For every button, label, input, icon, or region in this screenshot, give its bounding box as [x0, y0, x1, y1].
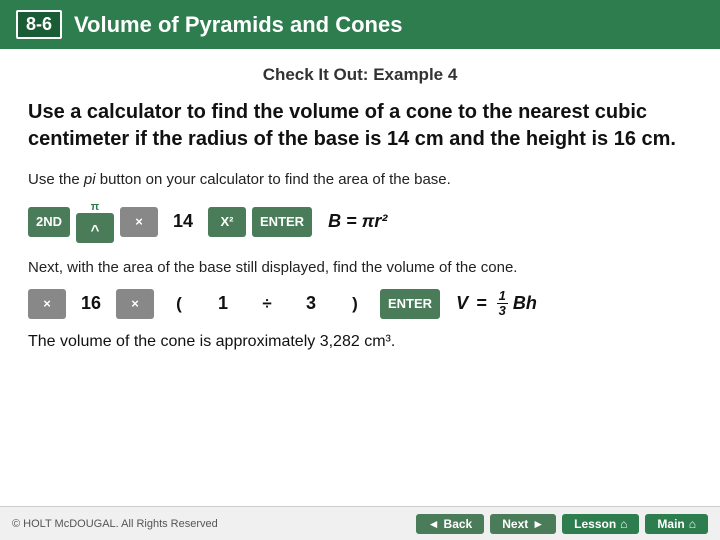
key-multiply1: × — [120, 207, 158, 237]
key-caret: ^ — [76, 213, 114, 243]
key-3: 3 — [292, 289, 330, 319]
lesson-button[interactable]: Lesson ⌂ — [562, 514, 639, 534]
fraction-display: 1 3 — [497, 289, 508, 319]
next-label: Next — [502, 517, 528, 531]
step2-instruction: Next, with the area of the base still di… — [28, 257, 692, 279]
lesson-badge: 8-6 — [16, 10, 62, 39]
step1-instruction: Use the pi button on your calculator to … — [28, 169, 692, 191]
fraction-denominator: 3 — [497, 304, 508, 318]
key-close-paren: ) — [336, 289, 374, 319]
step1-calc-row: 2ND π ^ × 14 X² ENTER B = πr² — [28, 201, 692, 243]
check-it-out-label: Check It Out: Example 4 — [28, 65, 692, 85]
page-title: Volume of Pyramids and Cones — [74, 12, 402, 38]
key-multiply3: × — [116, 289, 154, 319]
nav-buttons-group: ◄ Back Next ► Lesson ⌂ Main ⌂ — [416, 514, 708, 534]
key-enter2: ENTER — [380, 289, 440, 319]
next-arrow-icon: ► — [532, 517, 544, 531]
key-enter1: ENTER — [252, 207, 312, 237]
key-x2: X² — [208, 207, 246, 237]
main-content: Check It Out: Example 4 Use a calculator… — [0, 49, 720, 371]
main-question-text: Use a calculator to find the volume of a… — [28, 99, 692, 153]
main-label: Main — [657, 517, 684, 531]
lesson-home-icon: ⌂ — [620, 517, 627, 531]
copyright-text: © HOLT McDOUGAL. All Rights Reserved — [12, 518, 218, 530]
key-14: 14 — [164, 207, 202, 237]
key-divide: ÷ — [248, 289, 286, 319]
step2-calc-row: × 16 × ( 1 ÷ 3 ) ENTER V = 1 3 Bh — [28, 289, 692, 319]
key-2nd: 2ND — [28, 207, 70, 237]
next-button[interactable]: Next ► — [490, 514, 556, 534]
key-1: 1 — [204, 289, 242, 319]
key-multiply2: × — [28, 289, 66, 319]
pi-italic: pi — [84, 171, 96, 188]
key-16: 16 — [72, 289, 110, 319]
conclusion-text: The volume of the cone is approximately … — [28, 333, 692, 351]
fraction-numerator: 1 — [497, 289, 508, 304]
back-button[interactable]: ◄ Back — [416, 514, 485, 534]
page-header: 8-6 Volume of Pyramids and Cones — [0, 0, 720, 49]
step2-formula: V = 1 3 Bh — [456, 289, 537, 319]
lesson-label: Lesson — [574, 517, 616, 531]
main-home-icon: ⌂ — [689, 517, 696, 531]
bottom-nav-bar: © HOLT McDOUGAL. All Rights Reserved ◄ B… — [0, 506, 720, 540]
key-caret-symbol: ^ — [91, 222, 100, 239]
key-open-paren: ( — [160, 289, 198, 319]
main-button[interactable]: Main ⌂ — [645, 514, 708, 534]
step1-formula: B = πr² — [328, 211, 387, 232]
back-label: Back — [444, 517, 473, 531]
pi-superscript-label: π — [91, 201, 99, 213]
back-arrow-icon: ◄ — [428, 517, 440, 531]
key-2nd-label: 2ND — [36, 214, 62, 229]
